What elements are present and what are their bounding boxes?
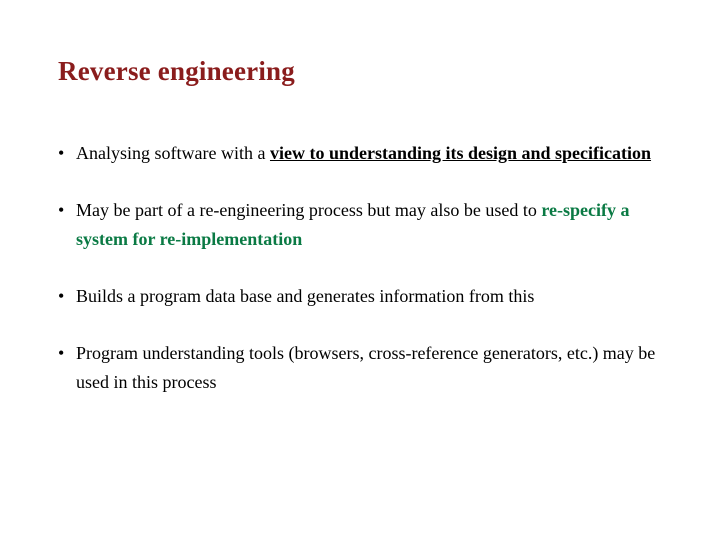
bullet-item: May be part of a re-engineering process … xyxy=(58,196,670,255)
bullet-text-pre: Analysing software with a xyxy=(76,143,270,163)
bullet-item: Builds a program data base and generates… xyxy=(58,282,670,312)
bullet-text-pre: May be part of a re-engineering process … xyxy=(76,200,541,220)
bullet-item: Program understanding tools (browsers, c… xyxy=(58,339,670,398)
bullet-text-emph: view to understanding its design and spe… xyxy=(270,143,651,163)
bullet-item: Analysing software with a view to unders… xyxy=(58,139,670,169)
bullet-list: Analysing software with a view to unders… xyxy=(58,139,670,398)
bullet-text: Builds a program data base and generates… xyxy=(76,286,534,306)
slide-title: Reverse engineering xyxy=(58,56,670,87)
bullet-text: Program understanding tools (browsers, c… xyxy=(76,343,655,393)
